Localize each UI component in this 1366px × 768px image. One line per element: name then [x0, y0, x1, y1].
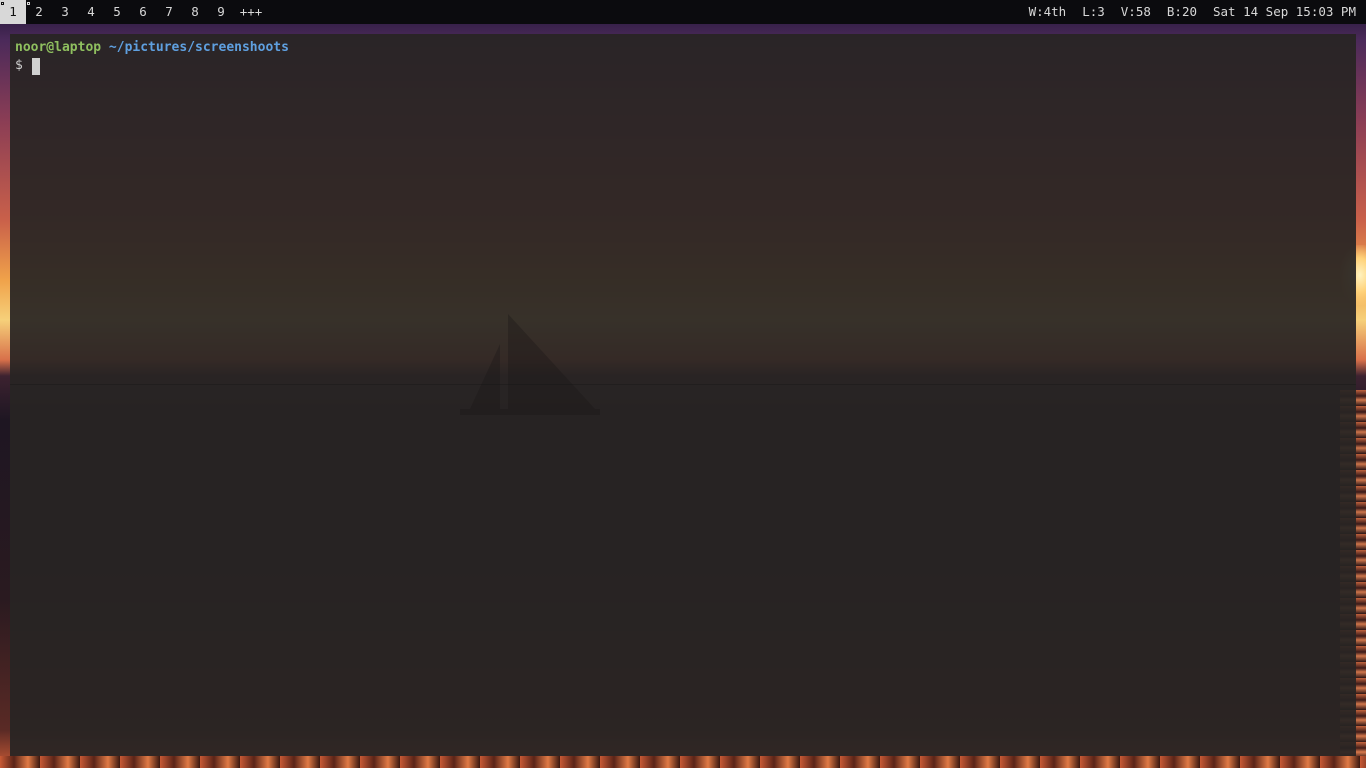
status-indicators: W:4th L:3 V:58 B:20 Sat 14 Sep 15:03 PM — [1029, 0, 1356, 24]
workspace-8[interactable]: 8 — [182, 0, 208, 24]
workspace-label: 1 — [9, 4, 17, 19]
workspace-label: 5 — [113, 4, 121, 19]
separator-space — [101, 39, 109, 57]
workspace-4[interactable]: 4 — [78, 0, 104, 24]
workspace-1[interactable]: 1 — [0, 0, 26, 24]
desktop: 1 2 3 4 5 6 7 8 9 +++ W:4th L:3 V:58 B:2… — [0, 0, 1366, 768]
sea-shimmer-bottom — [0, 756, 1366, 768]
load-status: L:3 — [1082, 4, 1105, 19]
battery-status: B:20 — [1166, 4, 1197, 19]
workspace-label: 3 — [61, 4, 69, 19]
clock: Sat 14 Sep 15:03 PM — [1213, 4, 1356, 19]
workspace-3[interactable]: 3 — [52, 0, 78, 24]
text-cursor[interactable] — [31, 57, 40, 75]
terminal-output: noor@laptop ~/pictures/screenshoots $ — [15, 39, 289, 75]
workspace-label: 8 — [191, 4, 199, 19]
workspace-label: 6 — [139, 4, 147, 19]
horizon-line — [10, 384, 1356, 385]
terminal-window[interactable]: noor@laptop ~/pictures/screenshoots $ — [10, 34, 1356, 756]
window-marker-icon — [27, 2, 30, 5]
status-bar: 1 2 3 4 5 6 7 8 9 +++ W:4th L:3 V:58 B:2… — [0, 0, 1366, 24]
workspace-5[interactable]: 5 — [104, 0, 130, 24]
workspace-label: 2 — [35, 4, 43, 19]
wireless-status: W:4th — [1028, 4, 1067, 19]
more-label: +++ — [239, 4, 263, 19]
workspace-label: 9 — [217, 4, 225, 19]
workspace-2[interactable]: 2 — [26, 0, 52, 24]
sailboat-icon — [460, 314, 600, 415]
input-line[interactable]: $ — [15, 57, 289, 75]
workspace-list: 1 2 3 4 5 6 7 8 9 +++ — [0, 0, 266, 24]
prompt-symbol: $ — [15, 58, 23, 73]
volume-status[interactable]: V:58 — [1121, 0, 1151, 24]
workspace-label: 7 — [165, 4, 173, 19]
prompt-line: noor@laptop ~/pictures/screenshoots — [15, 39, 289, 57]
more-workspaces-button[interactable]: +++ — [236, 0, 266, 24]
workspace-9[interactable]: 9 — [208, 0, 234, 24]
workspace-6[interactable]: 6 — [130, 0, 156, 24]
current-directory: ~/pictures/screenshoots — [108, 40, 289, 55]
workspace-7[interactable]: 7 — [156, 0, 182, 24]
workspace-label: 4 — [87, 4, 95, 19]
focused-window-marker-icon — [1, 2, 4, 5]
user-host: noor@laptop — [15, 40, 102, 55]
